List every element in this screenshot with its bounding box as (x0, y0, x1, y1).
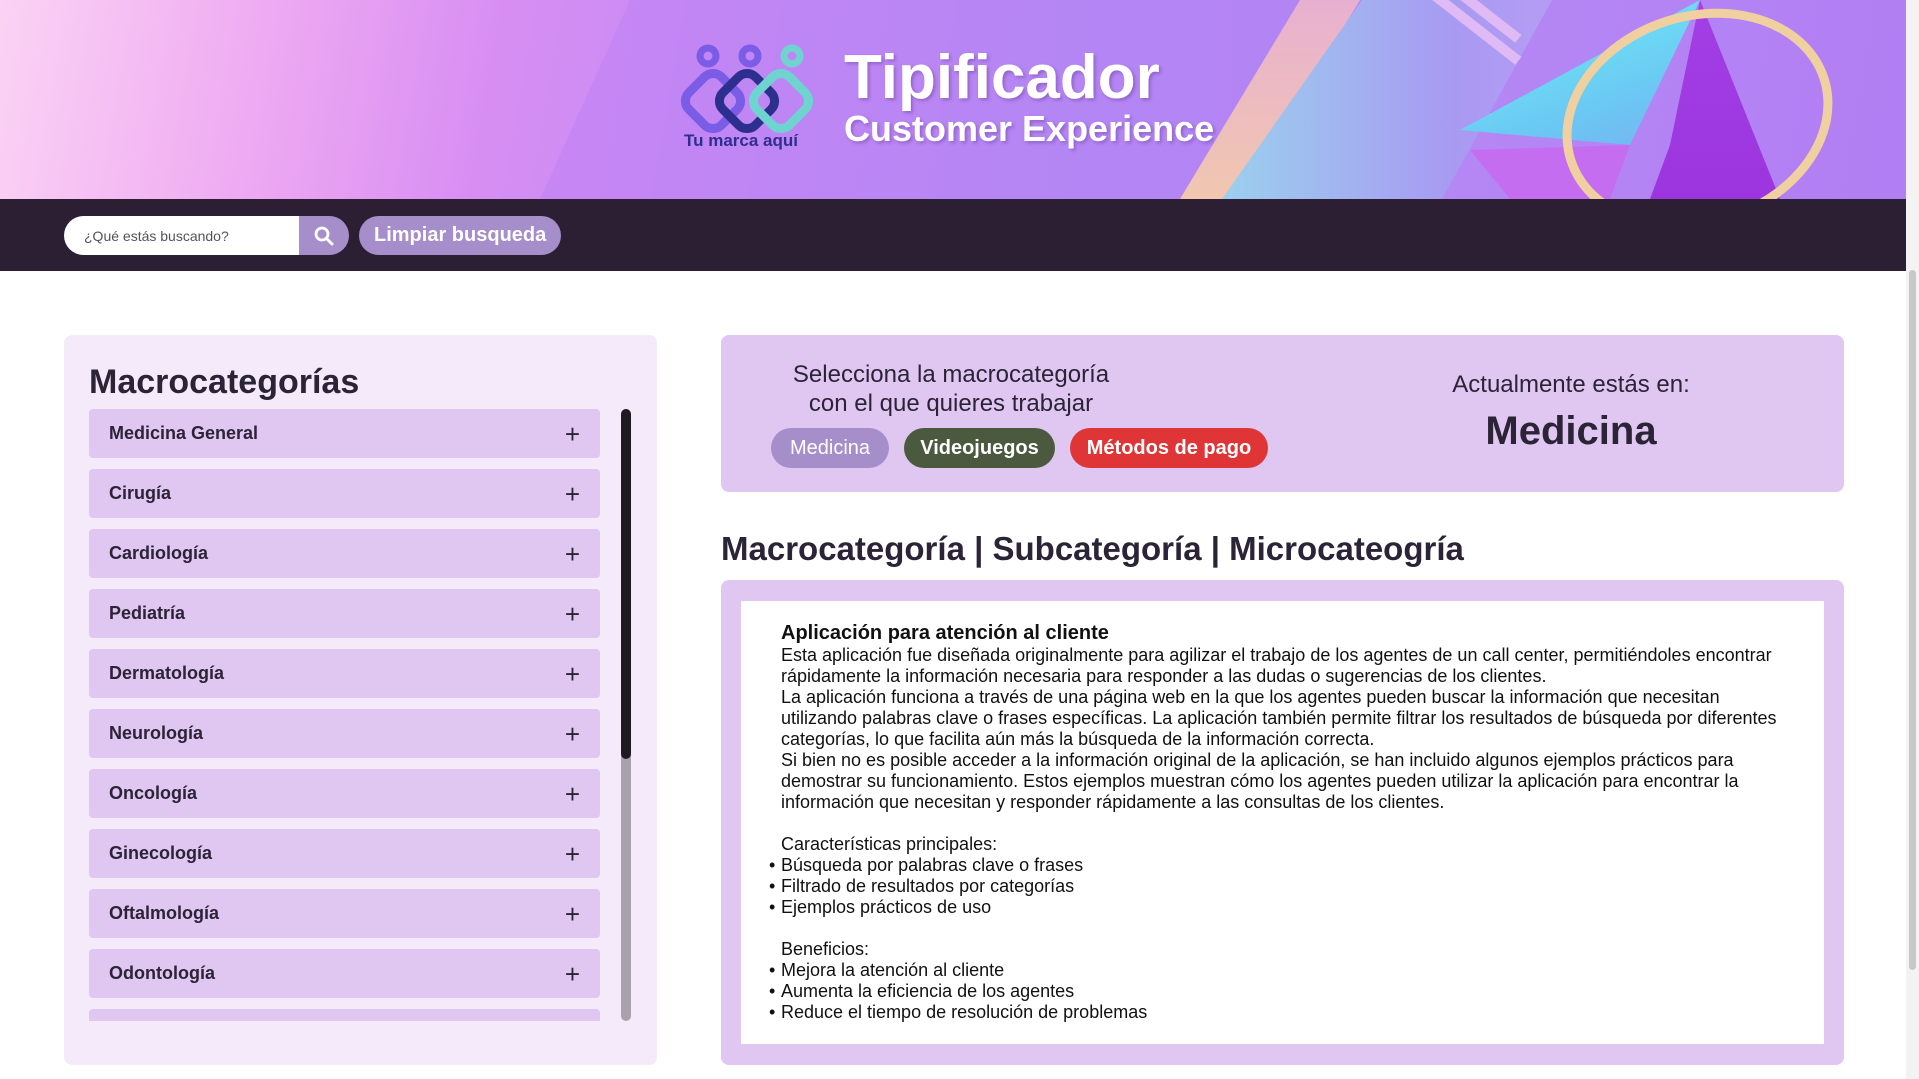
option-medicina-button[interactable]: Medicina (771, 428, 889, 468)
option-metodos-de-pago-button[interactable]: Métodos de pago (1070, 428, 1268, 468)
expand-icon[interactable]: + (565, 421, 580, 447)
category-item[interactable]: Cardiología + (89, 529, 600, 578)
benefits-list: Mejora la atención al cliente Aumenta la… (769, 960, 1791, 1023)
content-paragraph: La aplicación funciona a través de una p… (781, 687, 1777, 749)
current-location-value: Medicina (1485, 409, 1657, 453)
category-item[interactable]: Pediatría + (89, 589, 600, 638)
category-label: Cardiología (109, 543, 209, 563)
expand-icon[interactable]: + (565, 961, 580, 987)
breadcrumb: Macrocategoría | Subcategoría | Microcat… (721, 530, 1464, 567)
list-item: Reduce el tiempo de resolución de proble… (769, 1002, 1791, 1023)
selector-prompt: Selecciona la macrocategoría con el que … (792, 361, 1110, 417)
macrocategories-panel: Macrocategorías Medicina General + Cirugí… (64, 335, 657, 1065)
category-item[interactable]: Dermatología + (89, 649, 600, 698)
page-scrollbar-thumb[interactable] (1909, 270, 1916, 970)
expand-icon[interactable]: + (565, 541, 580, 567)
macrocategory-selector: Selecciona la macrocategoría con el que … (721, 335, 1844, 492)
clear-search-button[interactable]: Limpiar busqueda (359, 216, 562, 255)
sidebar-title: Macrocategorías (89, 363, 360, 401)
list-item: Filtrado de resultados por categorías (769, 876, 1791, 897)
search-button[interactable] (299, 216, 349, 255)
brand-logo-text: Tu marca aquí (684, 131, 798, 150)
features-list: Búsqueda por palabras clave o frases Fil… (769, 855, 1791, 918)
search-input[interactable] (64, 216, 300, 255)
content-box: Aplicación para atención al cliente Esta… (741, 601, 1824, 1044)
category-label: Oncología (109, 783, 198, 803)
category-label: Cirugía (109, 483, 172, 503)
category-list[interactable]: Medicina General + Cirugía + Cardiología + … (89, 409, 600, 1021)
list-item: Búsqueda por palabras clave o frases (769, 855, 1791, 876)
category-label: Ginecología (109, 843, 213, 863)
content-heading: Aplicación para atención al cliente (781, 622, 1109, 644)
list-item: Aumenta la eficiencia de los agentes (769, 981, 1791, 1002)
category-label: Odontología (109, 963, 215, 983)
expand-icon[interactable]: + (565, 901, 580, 927)
expand-icon[interactable]: + (565, 601, 580, 627)
category-item[interactable]: Oncología + (89, 769, 600, 818)
content-panel: Aplicación para atención al cliente Esta… (721, 580, 1844, 1065)
expand-icon[interactable]: + (565, 781, 580, 807)
app-subtitle: Customer Experience (844, 108, 1215, 149)
category-label: Pediatría (109, 603, 186, 623)
category-label: Medicina General (109, 423, 259, 443)
category-item[interactable]: Oftalmología + (89, 889, 600, 938)
category-item[interactable]: Odontología + (89, 949, 600, 998)
features-title: Características principales: (781, 834, 998, 854)
app-title: Tipificador (844, 43, 1160, 112)
banner-decoration (1533, 0, 1862, 199)
category-item[interactable]: Cirugía + (89, 469, 600, 518)
category-label: Dermatología (109, 663, 225, 683)
expand-icon[interactable]: + (565, 661, 580, 687)
expand-icon[interactable]: + (565, 721, 580, 747)
header-banner: Tu marca aquí Tipificador Customer Exper… (0, 0, 1906, 199)
content-text: Aplicación para atención al cliente Esta… (769, 621, 1791, 1023)
category-label: Oftalmología (109, 903, 220, 923)
expand-icon[interactable]: + (565, 481, 580, 507)
sidebar-scrollbar-thumb[interactable] (621, 409, 631, 759)
benefits-title: Beneficios: (781, 939, 870, 959)
category-item[interactable]: Medicina General + (89, 409, 600, 458)
current-location-label: Actualmente estás en: (1452, 371, 1690, 398)
banner-decoration (1428, 0, 1522, 70)
search-bar: Limpiar busqueda (0, 199, 1906, 271)
category-label: Neurología (109, 723, 204, 743)
category-item-partial[interactable] (89, 1009, 600, 1021)
list-item: Ejemplos prácticos de uso (769, 897, 1791, 918)
list-item: Mejora la atención al cliente (769, 960, 1791, 981)
content-paragraph: Si bien no es posible acceder a la infor… (781, 750, 1739, 812)
search-icon (314, 226, 334, 245)
category-item[interactable]: Ginecología + (89, 829, 600, 878)
content-paragraph: Esta aplicación fue diseñada originalmen… (781, 645, 1772, 686)
page-scrollbar[interactable] (1906, 0, 1919, 1079)
sidebar-scrollbar[interactable] (621, 409, 631, 1021)
option-videojuegos-button[interactable]: Videojuegos (904, 428, 1055, 468)
expand-icon[interactable]: + (565, 841, 580, 867)
category-item[interactable]: Neurología + (89, 709, 600, 758)
